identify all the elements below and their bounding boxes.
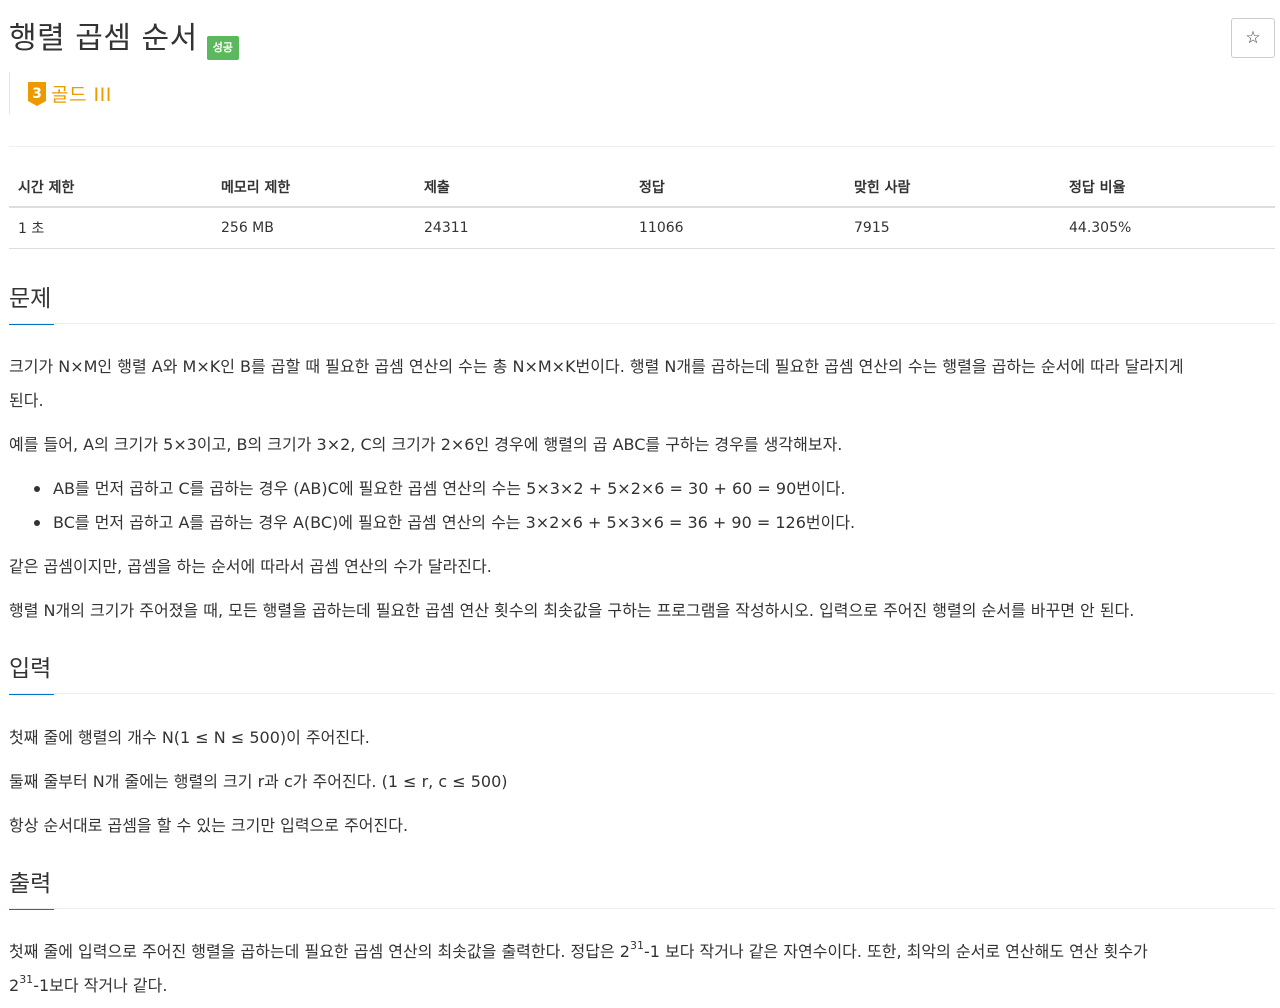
tier-info: 3 골드 III [9, 72, 112, 114]
divider [9, 908, 1275, 909]
list-item: BC를 먼저 곱하고 A를 곱하는 경우 A(BC)에 필요한 곱셈 연산의 수… [34, 506, 855, 540]
table-header: 맞힌 사람 [845, 168, 1060, 208]
divider [9, 146, 1275, 147]
problem-paragraph: 예를 들어, A의 크기가 5×3이고, B의 크기가 3×2, C의 크기가 … [9, 435, 843, 454]
section-title: 출력 [9, 871, 52, 897]
output-text: 첫째 줄에 입력으로 주어진 행렬을 곱하는데 필요한 곱셈 연산의 최솟값을 … [9, 942, 630, 961]
problem-paragraph: 같은 곱셈이지만, 곱셈을 하는 순서에 따라서 곱셈 연산의 수가 달라진다. [9, 557, 492, 576]
exponent: 31 [629, 938, 644, 952]
list-item-text: BC를 먼저 곱하고 A를 곱하는 경우 A(BC)에 필요한 곱셈 연산의 수… [53, 513, 856, 532]
time-limit-value: 1 초 [9, 207, 212, 249]
section-input-heading: 입력 [9, 654, 54, 695]
problem-info-table: 시간 제한 메모리 제한 제출 정답 맞힌 사람 정답 비율 1 초 256 M… [9, 168, 1275, 249]
accepted-value: 11066 [630, 207, 845, 249]
star-outline-icon: ☆ [1245, 28, 1261, 48]
problem-title: 행렬 곱셈 순서 [9, 21, 198, 56]
output-paragraph: 첫째 줄에 입력으로 주어진 행렬을 곱하는데 필요한 곱셈 연산의 최솟값을 … [9, 935, 1275, 969]
submissions-value[interactable]: 24311 [415, 207, 630, 249]
input-paragraph: 둘째 줄부터 N개 줄에는 행렬의 크기 r과 c가 주어진다. (1 ≤ r,… [9, 772, 508, 791]
section-problem-heading: 문제 [9, 284, 54, 325]
list-item-text: AB를 먼저 곱하고 C를 곱하는 경우 (AB)C에 필요한 곱셈 연산의 수… [53, 479, 846, 498]
title-row: 행렬 곱셈 순서 성공 [9, 18, 239, 60]
section-output-heading: 출력 [9, 869, 54, 910]
problem-page: 행렬 곱셈 순서 성공 ☆ 3 골드 III 시간 제한 메모리 제한 제출 정… [0, 0, 1280, 1008]
output-text: 2 [9, 976, 20, 995]
output-text: -1보다 작거나 같다. [33, 976, 168, 995]
accept-ratio-value: 44.305% [1060, 207, 1275, 249]
tier-gold-icon: 3 [28, 82, 46, 106]
table-header: 제출 [415, 168, 630, 208]
tier-label[interactable]: 골드 III [51, 80, 112, 107]
table-row: 1 초 256 MB 24311 11066 7915 44.305% [9, 207, 1275, 249]
divider [9, 693, 1275, 694]
output-paragraph-cont: 231-1보다 작거나 같다. [9, 969, 1275, 1003]
section-title: 입력 [9, 656, 52, 682]
input-paragraph: 첫째 줄에 행렬의 개수 N(1 ≤ N ≤ 500)이 주어진다. [9, 728, 370, 747]
table-header: 시간 제한 [9, 168, 212, 208]
tier-number: 3 [32, 86, 42, 102]
memory-limit-value: 256 MB [212, 207, 415, 249]
table-header: 메모리 제한 [212, 168, 415, 208]
table-header: 정답 비율 [1060, 168, 1275, 208]
bullet-icon [34, 520, 40, 526]
problem-paragraph-cont: 된다. [9, 391, 44, 410]
divider [9, 323, 1275, 324]
table-header: 정답 [630, 168, 845, 208]
exponent: 31 [19, 972, 34, 986]
section-title: 문제 [9, 286, 52, 312]
output-text: -1 보다 작거나 같은 자연수이다. 또한, 최악의 순서로 연산해도 연산 … [643, 942, 1148, 961]
bullet-icon [34, 486, 40, 492]
problem-paragraph: 크기가 N×M인 행렬 A와 M×K인 B를 곱할 때 필요한 곱셈 연산의 수… [9, 357, 1184, 376]
table-header-row: 시간 제한 메모리 제한 제출 정답 맞힌 사람 정답 비율 [9, 168, 1275, 208]
input-paragraph: 항상 순서대로 곱셈을 할 수 있는 크기만 입력으로 주어진다. [9, 816, 409, 835]
list-item: AB를 먼저 곱하고 C를 곱하는 경우 (AB)C에 필요한 곱셈 연산의 수… [34, 472, 846, 506]
problem-paragraph: 행렬 N개의 크기가 주어졌을 때, 모든 행렬을 곱하는데 필요한 곱셈 연산… [9, 601, 1135, 620]
solvers-value[interactable]: 7915 [845, 207, 1060, 249]
star-button[interactable]: ☆ [1231, 18, 1275, 58]
status-badge: 성공 [206, 36, 239, 60]
